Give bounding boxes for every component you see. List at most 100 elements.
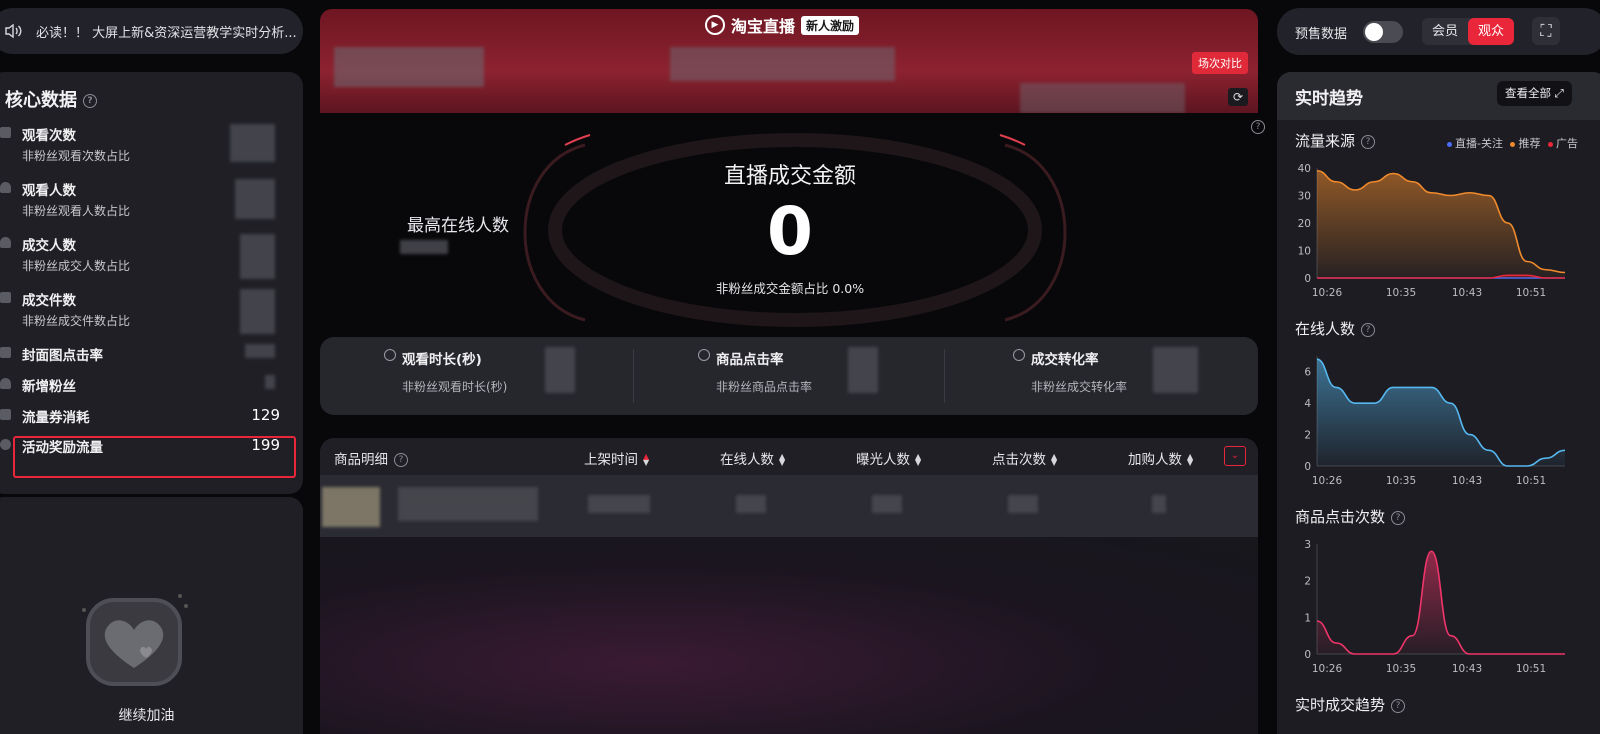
blurred-value <box>245 344 275 358</box>
blurred-value <box>1153 347 1198 393</box>
product-detail-table: 商品明细? 上架时间 ▲ ▼ 在线人数 ▲ ▼ 曝光人数 ▲ ▼ 点击次数 ▲ ▼ 加购人数 ▲ ▼… <box>320 438 1258 734</box>
coupon-usage-value: 129 <box>251 406 280 424</box>
y-tick-label: 10 <box>1298 246 1311 258</box>
view-all-button[interactable]: 查看全部 ⤢ <box>1497 81 1572 106</box>
product-clicks-title: 商品点击次数? <box>1295 506 1406 527</box>
audience-segment: 会员 观众 <box>1422 18 1514 45</box>
ticket-icon <box>0 409 11 420</box>
blurred-title <box>670 47 895 81</box>
column-online-users[interactable]: 在线人数 ▲ ▼ <box>720 448 785 468</box>
blurred-value <box>1152 495 1166 513</box>
sort-icon[interactable]: ▲ ▼ <box>1051 453 1057 467</box>
y-tick-label: 0 <box>1304 461 1311 473</box>
help-icon[interactable]: ? <box>1361 322 1376 337</box>
trend-title: 实时趋势 <box>1295 89 1363 109</box>
encouragement-panel: 继续加油 <box>0 497 303 734</box>
core-data-title: 核心数据? <box>5 86 97 112</box>
segment-audience[interactable]: 观众 <box>1468 18 1514 45</box>
traffic-source-title: 流量来源? <box>1295 130 1376 151</box>
online-users-title: 在线人数? <box>1295 318 1376 339</box>
x-tick-label: 10:43 <box>1452 663 1482 675</box>
help-icon[interactable]: ? <box>83 94 97 108</box>
chart-plot-area: 0 1 2 3 10:26 10:35 10:43 10:51 <box>1304 539 1565 675</box>
view-count-icon <box>0 127 11 138</box>
blurred-value <box>588 495 650 513</box>
help-icon[interactable]: ? <box>1251 120 1265 134</box>
y-tick-label: 0 <box>1304 649 1311 661</box>
click-icon <box>698 349 710 361</box>
table-row[interactable] <box>320 475 1258 537</box>
realtime-deal-title: 实时成交趋势? <box>1295 694 1406 715</box>
stat-product-ctr[interactable]: 商品点击率 非粉丝商品点击率 <box>633 337 945 415</box>
metric-new-fans[interactable]: 新增粉丝 <box>0 375 280 397</box>
taobao-live-logo: ▶ 淘宝直播 新人激励 <box>705 13 860 37</box>
live-banner: ▶ 淘宝直播 新人激励 场次对比 ⟳ <box>320 9 1258 113</box>
y-tick-label: 30 <box>1298 191 1311 203</box>
x-tick-label: 10:51 <box>1516 663 1546 675</box>
blurred-value <box>1008 495 1038 513</box>
new-user-badge: 新人激励 <box>801 15 860 35</box>
heart-icon <box>82 594 188 686</box>
y-tick-label: 0 <box>1304 273 1311 285</box>
blurred-streamer-info <box>334 47 484 87</box>
product-thumbnail <box>322 487 380 527</box>
speaker-icon <box>5 23 22 39</box>
blurred-value <box>848 347 878 393</box>
background-wave <box>320 537 1258 734</box>
help-icon[interactable]: ? <box>1361 134 1376 149</box>
sort-icon[interactable]: ▲ ▼ <box>915 453 921 467</box>
column-exposure-users[interactable]: 曝光人数 ▲ ▼ <box>856 448 921 468</box>
help-icon[interactable]: ? <box>394 453 408 467</box>
help-icon[interactable]: ? <box>1391 698 1406 713</box>
sort-icon[interactable]: ▲ ▼ <box>643 453 649 467</box>
y-tick-label: 2 <box>1304 430 1311 442</box>
blurred-value <box>545 347 575 393</box>
metric-coupon-usage[interactable]: 流量券消耗 129 <box>0 406 280 428</box>
column-listing-time[interactable]: 上架时间 ▲ ▼ <box>584 448 649 468</box>
column-click-count[interactable]: 点击次数 ▲ ▼ <box>992 448 1057 468</box>
blurred-value <box>736 495 766 513</box>
product-detail-title: 商品明细? <box>334 448 408 468</box>
stat-conversion-rate[interactable]: 成交转化率 非粉丝成交转化率 <box>945 337 1257 415</box>
toggle-knob <box>1365 23 1383 41</box>
x-tick-label: 10:43 <box>1452 475 1482 487</box>
series-area <box>1317 551 1565 654</box>
product-clicks-chart[interactable]: 0 1 2 3 10:26 10:35 10:43 10:51 <box>1295 534 1595 684</box>
highlight-annotation <box>13 436 296 478</box>
sort-icon[interactable]: ▲ ▼ <box>1187 453 1193 467</box>
blurred-value <box>230 124 275 162</box>
stat-watch-duration[interactable]: 观看时长(秒) 非粉丝观看时长(秒) <box>320 337 632 415</box>
chart-plot-area: 0 2 4 6 10:26 10:35 10:43 10:51 <box>1304 356 1566 487</box>
x-tick-label: 10:43 <box>1452 287 1482 299</box>
y-tick-label: 1 <box>1304 612 1311 624</box>
presale-toggle[interactable] <box>1363 21 1403 43</box>
y-tick-label: 4 <box>1304 398 1311 410</box>
metric-cover-ctr[interactable]: 封面图点击率 <box>0 344 280 366</box>
x-tick-label: 10:26 <box>1312 663 1343 675</box>
online-users-chart[interactable]: 0 2 4 6 10:26 10:35 10:43 10:51 <box>1295 346 1595 496</box>
y-tick-label: 2 <box>1304 576 1311 588</box>
help-icon[interactable]: ? <box>1391 510 1406 525</box>
traffic-source-chart[interactable]: 0 10 20 30 40 10:26 10:35 10:43 10:51 <box>1295 158 1595 308</box>
x-tick-label: 10:51 <box>1516 475 1546 487</box>
x-tick-label: 10:35 <box>1386 663 1416 675</box>
segment-member[interactable]: 会员 <box>1422 18 1468 45</box>
play-icon: ▶ <box>705 15 725 35</box>
blurred-value <box>265 375 275 389</box>
announcement-bar[interactable]: 必读！！ 大屏上新&资深运营教学实时分析... <box>0 8 303 54</box>
legend-ads: 广告 <box>1555 137 1578 150</box>
blurred-value <box>872 495 902 513</box>
x-tick-label: 10:35 <box>1386 287 1416 299</box>
legend-dot <box>1547 141 1553 147</box>
refresh-icon[interactable]: ⟳ <box>1228 88 1248 106</box>
sort-icon[interactable]: ▲ ▼ <box>779 453 785 467</box>
column-add-to-cart[interactable]: 加购人数 ▲ ▼ <box>1128 448 1193 468</box>
blurred-product-name <box>398 487 538 521</box>
crop-icon[interactable]: ⛶ <box>1532 17 1560 45</box>
reward-icon <box>0 439 11 450</box>
compare-sessions-button[interactable]: 场次对比 <box>1192 52 1248 74</box>
blurred-info <box>1020 83 1185 113</box>
legend-dot <box>1447 141 1452 147</box>
stats-strip: 观看时长(秒) 非粉丝观看时长(秒) 商品点击率 非粉丝商品点击率 成交转化率 … <box>320 337 1258 415</box>
chevron-down-icon[interactable]: ⌄ <box>1224 446 1246 466</box>
